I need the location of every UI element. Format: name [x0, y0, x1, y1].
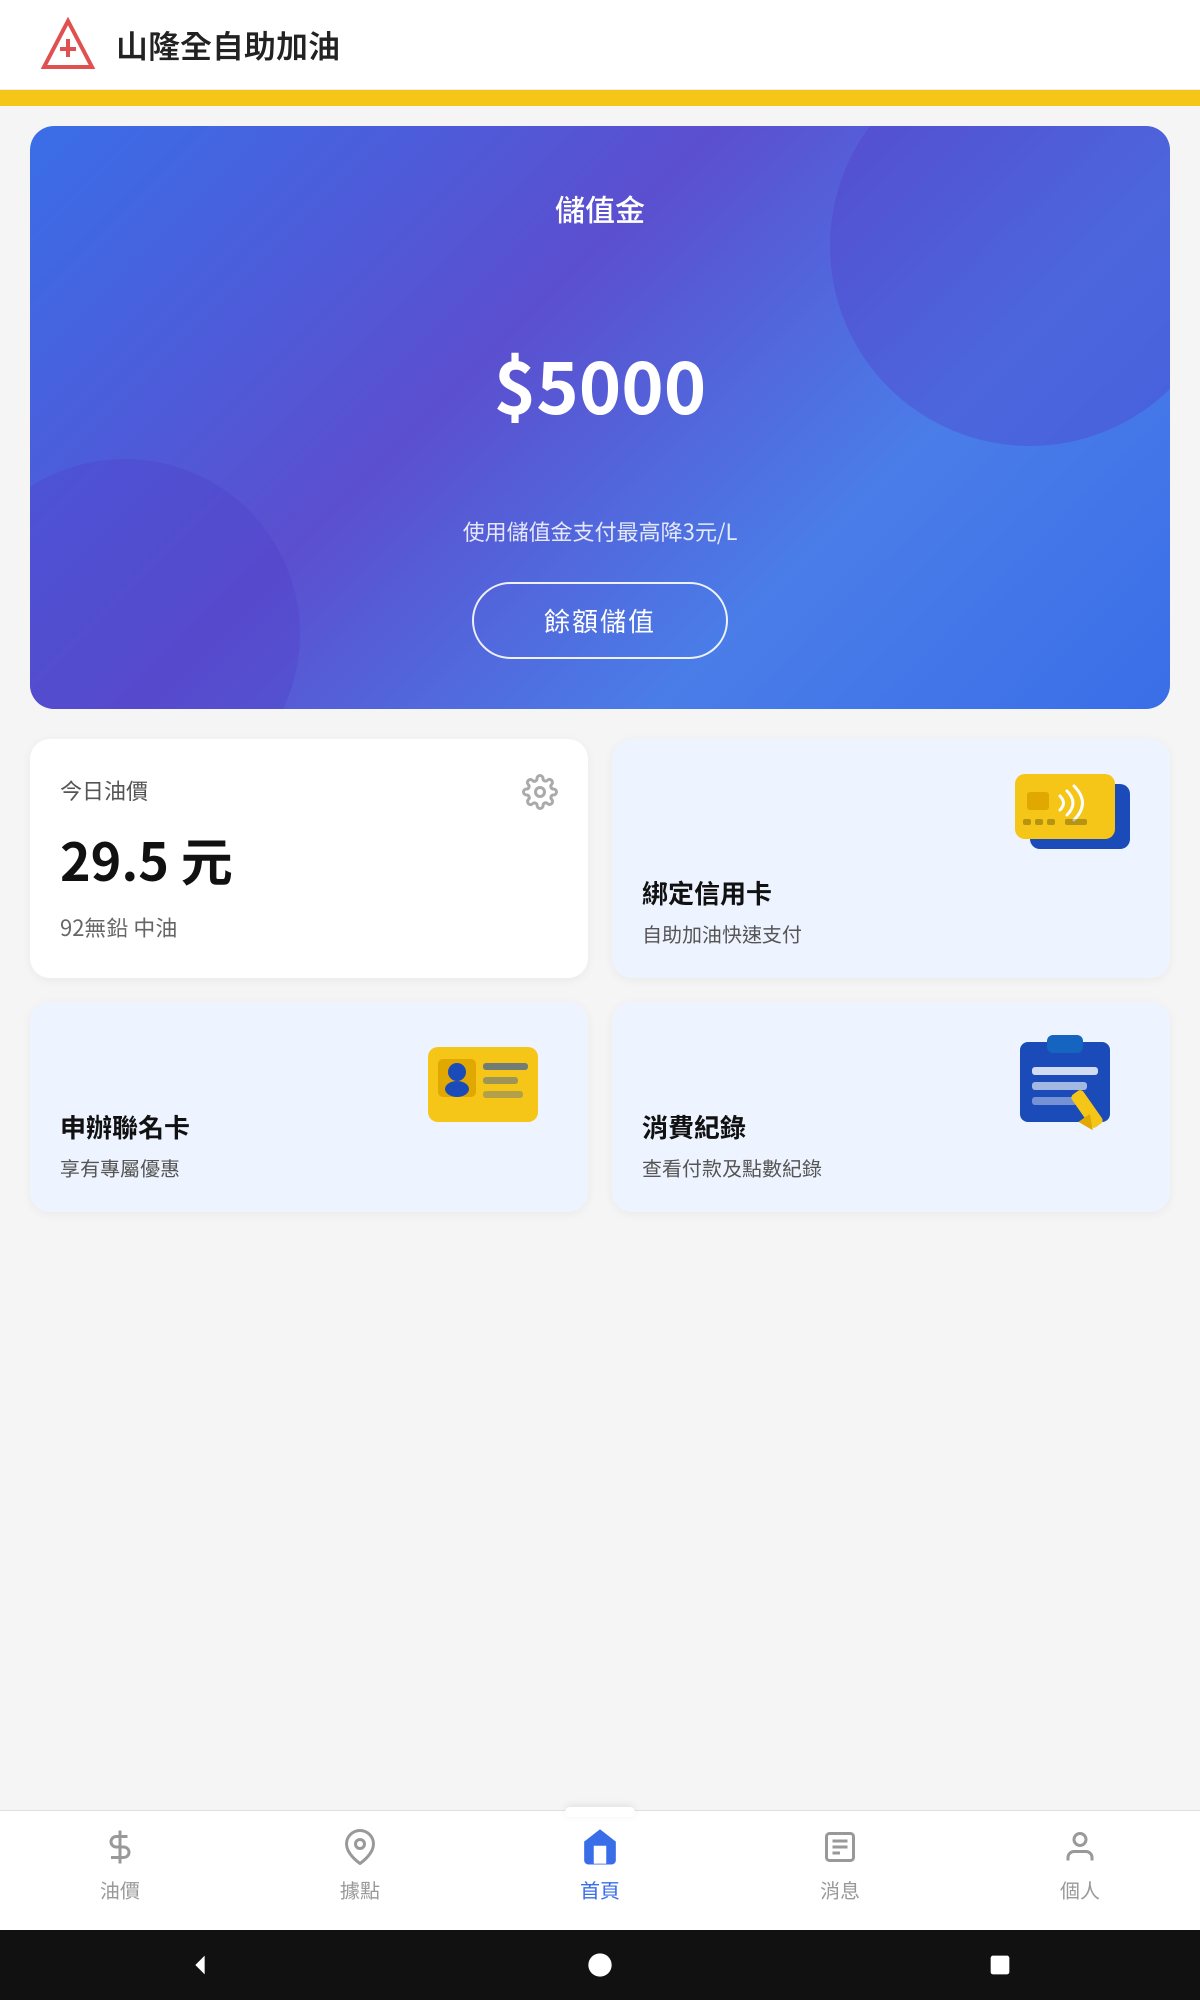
main-content: 儲值金 $5000 使用儲值金支付最高降3元/L 餘額儲值 今日油價 29.5 …: [0, 106, 1200, 1810]
home-button[interactable]: [582, 1947, 618, 1983]
credit-card-subtitle: 自助加油快速支付: [642, 919, 1140, 948]
nav-item-home[interactable]: 首頁: [480, 1827, 720, 1904]
oil-price-card: 今日油價 29.5 元 92無鉛 中油: [30, 739, 588, 978]
balance-hint: 使用儲值金支付最高降3元/L: [463, 515, 738, 547]
membership-subtitle: 享有專屬優惠: [60, 1153, 558, 1182]
yellow-accent-bar: [0, 90, 1200, 106]
android-nav-bar: [0, 1930, 1200, 2000]
home-icon: [580, 1827, 620, 1867]
credit-card-title: 綁定信用卡: [642, 874, 1140, 911]
membership-icon: [423, 1027, 563, 1142]
bottom-navigation: 油價 據點 首頁 消息: [0, 1810, 1200, 1930]
location-icon: [340, 1827, 380, 1867]
oil-price-type: 92無鉛 中油: [60, 911, 558, 943]
nav-item-location[interactable]: 據點: [240, 1827, 480, 1904]
person-icon: [1060, 1827, 1100, 1867]
back-button[interactable]: [182, 1947, 218, 1983]
nav-item-news[interactable]: 消息: [720, 1827, 960, 1904]
recent-button[interactable]: [982, 1947, 1018, 1983]
record-icon: [1005, 1027, 1145, 1142]
oil-price-section-label: 今日油價: [60, 774, 558, 806]
cards-grid-row2: 申辦聯名卡 享有專屬優惠 消費紀錄: [30, 1002, 1170, 1212]
news-icon: [820, 1827, 860, 1867]
nav-label-oil-price: 油價: [100, 1875, 140, 1904]
dollar-icon: [100, 1827, 140, 1867]
oil-price-value: 29.5 元: [60, 821, 558, 896]
credit-card-feature-card[interactable]: 綁定信用卡 自助加油快速支付: [612, 739, 1170, 978]
balance-label: 儲值金: [555, 186, 645, 230]
cards-grid-row1: 今日油價 29.5 元 92無鉛 中油: [30, 739, 1170, 978]
app-logo-icon: [40, 17, 96, 73]
record-card[interactable]: 消費紀錄 查看付款及點數紀錄: [612, 1002, 1170, 1212]
balance-amount: $5000: [494, 330, 706, 435]
nav-label-profile: 個人: [1060, 1875, 1100, 1904]
settings-icon[interactable]: [522, 774, 558, 810]
balance-card: 儲值金 $5000 使用儲值金支付最高降3元/L 餘額儲值: [30, 126, 1170, 709]
nav-item-profile[interactable]: 個人: [960, 1827, 1200, 1904]
nav-item-oil-price[interactable]: 油價: [0, 1827, 240, 1904]
app-title: 山隆全自助加油: [116, 22, 340, 68]
nav-label-news: 消息: [820, 1875, 860, 1904]
recharge-button[interactable]: 餘額儲值: [472, 582, 728, 659]
record-subtitle: 查看付款及點數紀錄: [642, 1153, 1140, 1182]
credit-card-icon: [1005, 764, 1145, 879]
header: 山隆全自助加油: [0, 0, 1200, 90]
nav-label-location: 據點: [340, 1875, 380, 1904]
membership-card[interactable]: 申辦聯名卡 享有專屬優惠: [30, 1002, 588, 1212]
nav-label-home: 首頁: [580, 1875, 620, 1904]
